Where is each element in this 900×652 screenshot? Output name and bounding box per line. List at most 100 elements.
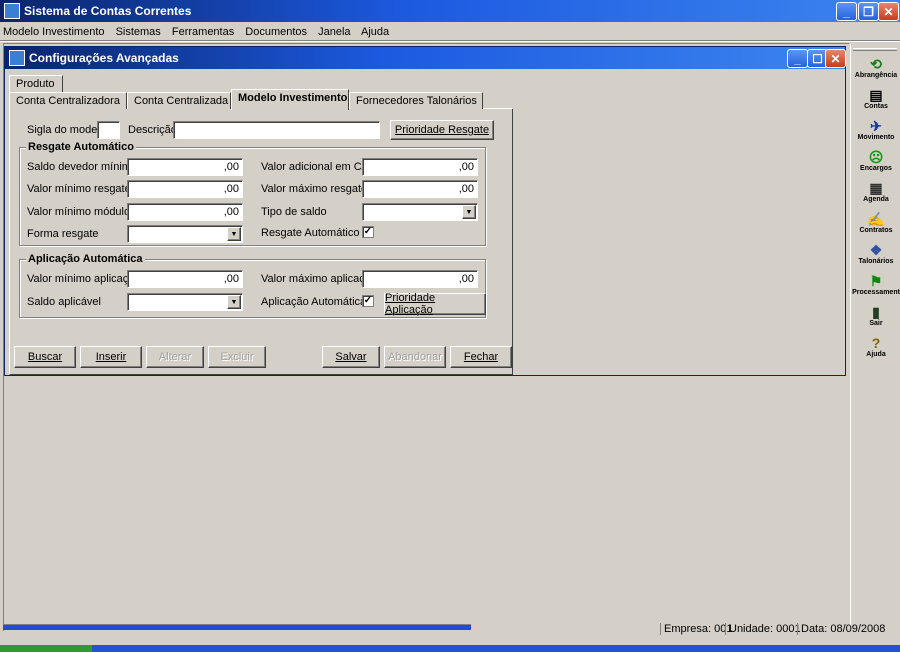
tipo-saldo-label: Tipo de saldo	[261, 206, 327, 218]
sidebar-item-talonarios[interactable]: ❖ Talonários	[851, 242, 900, 265]
calendar-icon: ▦	[869, 180, 883, 196]
valor-adicional-input[interactable]: ,00	[362, 158, 478, 176]
menu-item-janela[interactable]: Janela	[318, 26, 350, 38]
salvar-button[interactable]: Salvar	[322, 346, 380, 368]
exit-door-icon: ▮	[872, 304, 880, 320]
help-icon: ?	[871, 335, 881, 351]
flag-icon: ⚑	[869, 273, 883, 289]
menu-item-ajuda[interactable]: Ajuda	[361, 26, 389, 38]
chevron-down-icon[interactable]: ▼	[227, 295, 241, 309]
excluir-button[interactable]: Excluir	[208, 346, 266, 368]
sidebar-item-encargos[interactable]: ☹ Encargos	[851, 149, 900, 172]
valor-max-aplicacao-label: Valor máximo aplicação	[261, 273, 377, 285]
sidebar-item-label: Processament	[852, 289, 900, 296]
menu-item-documentos[interactable]: Documentos	[245, 26, 307, 38]
saldo-aplicavel-select[interactable]: ▼	[127, 293, 243, 311]
tab-fornecedores-talonarios[interactable]: Fornecedores Talonários	[349, 92, 483, 109]
descricao-label: Descrição	[128, 124, 177, 136]
saldo-aplicavel-label: Saldo aplicável	[27, 296, 101, 308]
alterar-button[interactable]: Alterar	[146, 346, 204, 368]
sigla-label: Sigla do modelo	[27, 124, 106, 136]
sidebar-item-label: Encargos	[860, 165, 892, 172]
valor-max-aplicacao-input[interactable]: ,00	[362, 270, 478, 288]
smiley-icon: ☹	[868, 149, 884, 165]
chevron-down-icon[interactable]: ▼	[227, 227, 241, 241]
accounts-icon: ▤	[869, 87, 883, 103]
sidebar-item-movimento[interactable]: ✈ Movimento	[851, 118, 900, 141]
tab-produto[interactable]: Produto	[9, 75, 63, 92]
sidebar-item-ajuda[interactable]: ? Ajuda	[851, 335, 900, 358]
restore-button[interactable]: ❐	[858, 2, 879, 21]
child-window-title: Configurações Avançadas	[29, 51, 179, 65]
sigla-input[interactable]	[97, 121, 120, 139]
sidebar-item-label: Contratos	[859, 227, 893, 234]
menu-item-ferramentas[interactable]: Ferramentas	[172, 26, 234, 38]
prioridade-resgate-button[interactable]: Prioridade Resgate	[390, 120, 494, 140]
sidebar-item-label: Movimento	[857, 134, 895, 141]
minimize-button[interactable]: _	[836, 2, 857, 21]
tab-modelo-investimento[interactable]: Modelo Investimento	[231, 89, 349, 110]
forma-resgate-label: Forma resgate	[27, 228, 99, 240]
valor-adicional-label: Valor adicional em C/C	[261, 161, 373, 173]
valor-min-resgate-label: Valor mínimo resgate	[27, 183, 131, 195]
status-unidade: Unidade: 0001	[725, 623, 801, 635]
prioridade-aplicacao-button[interactable]: Prioridade Aplicação	[384, 292, 486, 316]
child-minimize-button[interactable]: _	[787, 49, 808, 68]
sidebar-item-label: Abrangência	[854, 72, 898, 79]
sidebar-item-label: Contas	[864, 103, 888, 110]
resgate-auto-label: Resgate Automático	[261, 227, 360, 239]
app-title-bar: Sistema de Contas Correntes _ ❐ ✕	[0, 0, 900, 22]
tab-conta-centralizada[interactable]: Conta Centralizada	[127, 92, 231, 109]
buscar-button[interactable]: Buscar	[14, 346, 76, 368]
valor-min-resgate-input[interactable]: ,00	[127, 180, 243, 198]
sidebar-toolbar: ⟲ Abrangência ▤ Contas ✈ Movimento ☹ Encargo…	[850, 44, 900, 631]
valor-max-resgate-label: Valor máximo resgate	[261, 183, 368, 195]
runner-icon: ✈	[870, 118, 882, 134]
resgate-automatico-title: Resgate Automático	[26, 141, 136, 153]
status-empresa: Empresa: 001	[660, 623, 732, 635]
valor-min-modulo-label: Valor mínimo módulo	[27, 206, 131, 218]
menu-bar: Modelo Investimento Sistemas Ferramentas…	[3, 24, 397, 40]
sidebar-item-contratos[interactable]: ✍ Contratos	[851, 211, 900, 234]
saldo-devedor-label: Saldo devedor mínimo	[27, 161, 138, 173]
inserir-button[interactable]: Inserir	[80, 346, 142, 368]
forma-resgate-select[interactable]: ▼	[127, 225, 243, 243]
abandonar-button[interactable]: Abandonar	[384, 346, 446, 368]
sidebar-item-contas[interactable]: ▤ Contas	[851, 87, 900, 110]
sidebar-item-agenda[interactable]: ▦ Agenda	[851, 180, 900, 203]
child-window-icon	[9, 50, 25, 66]
sidebar-item-label: Talonários	[858, 258, 894, 265]
aplicacao-auto-checkbox[interactable]: ✓	[362, 295, 374, 307]
checkbook-icon: ❖	[869, 242, 883, 258]
menu-item-modelo-investimento[interactable]: Modelo Investimento	[3, 26, 105, 38]
fechar-button[interactable]: Fechar	[450, 346, 512, 368]
tab-row-2: Conta Centralizadora Conta Centralizada …	[9, 89, 513, 110]
sidebar-item-label: Agenda	[863, 196, 889, 203]
sidebar-item-processamento[interactable]: ⚑ Processament	[851, 273, 900, 296]
saldo-devedor-input[interactable]: ,00	[127, 158, 243, 176]
descricao-input[interactable]	[173, 121, 380, 139]
menu-separator	[0, 40, 900, 42]
resgate-auto-checkbox[interactable]: ✓	[362, 226, 374, 238]
handshake-icon: ✍	[867, 211, 885, 227]
child-close-button[interactable]: ✕	[825, 49, 846, 68]
sidebar-items: ⟲ Abrangência ▤ Contas ✈ Movimento ☹ Encargo…	[851, 56, 900, 358]
sidebar-grip	[853, 48, 897, 51]
sidebar-item-abrangencia[interactable]: ⟲ Abrangência	[851, 56, 900, 79]
aplicacao-auto-label: Aplicação Automática	[261, 296, 367, 308]
sidebar-item-sair[interactable]: ▮ Sair	[851, 304, 900, 327]
globe-icon: ⟲	[870, 56, 882, 72]
tab-conta-centralizadora[interactable]: Conta Centralizadora	[9, 92, 127, 109]
status-data: Data: 08/09/2008	[797, 623, 885, 635]
valor-min-aplicacao-input[interactable]: ,00	[127, 270, 243, 288]
sidebar-item-label: Sair	[869, 320, 883, 327]
close-button[interactable]: ✕	[878, 2, 899, 21]
chevron-down-icon[interactable]: ▼	[462, 205, 476, 219]
menu-item-sistemas[interactable]: Sistemas	[116, 26, 161, 38]
tipo-saldo-select[interactable]: ▼	[362, 203, 478, 221]
app-icon	[4, 3, 20, 19]
tab-panel: Sigla do modelo Descrição Prioridade Res…	[9, 109, 513, 375]
valor-min-modulo-input[interactable]: ,00	[127, 203, 243, 221]
sidebar-item-label: Ajuda	[866, 351, 886, 358]
valor-max-resgate-input[interactable]: ,00	[362, 180, 478, 198]
